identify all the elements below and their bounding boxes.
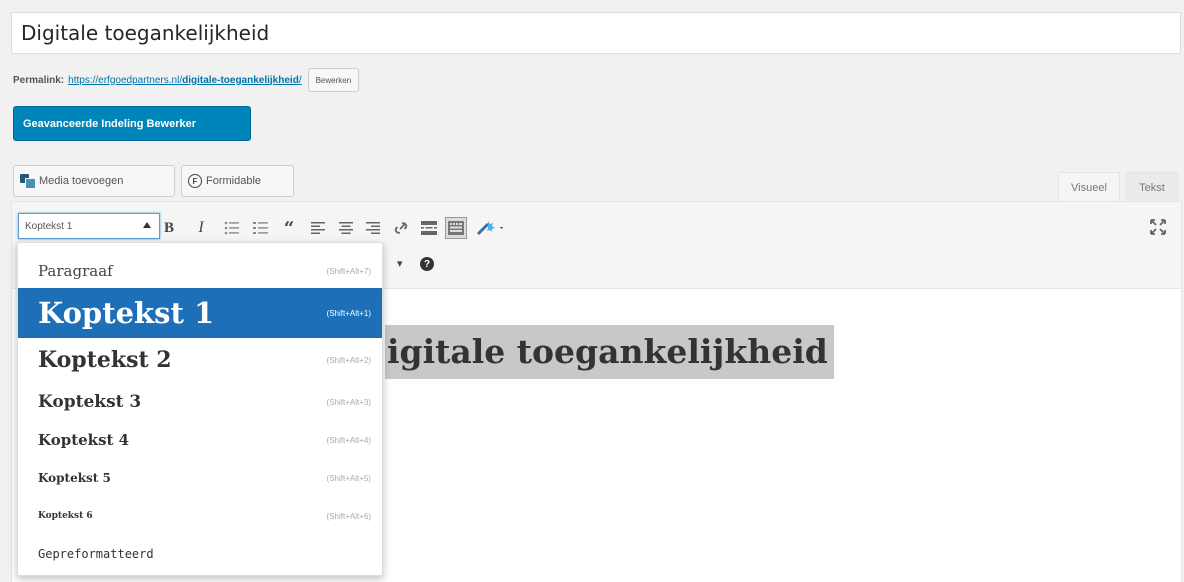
format-option-heading-5[interactable]: Koptekst 5 (Shift+Alt+5) <box>18 459 382 497</box>
fullscreen-icon <box>1150 219 1166 235</box>
toolbar-toggle-button[interactable] <box>445 217 467 239</box>
permalink-row: Permalink: https://erfgoedpartners.nl/di… <box>13 68 360 92</box>
advanced-layout-editor-button[interactable]: Geavanceerde Indeling Bewerker <box>13 106 251 141</box>
format-option-preformatted[interactable]: Gepreformatteerd <box>18 535 382 573</box>
media-icon <box>20 174 36 189</box>
format-option-label: Koptekst 3 <box>38 392 142 412</box>
format-option-label: Koptekst 2 <box>38 347 172 373</box>
link-icon <box>394 222 408 234</box>
insert-link-button[interactable] <box>390 217 412 239</box>
keyboard-shortcuts-help-button[interactable]: ? <box>420 257 434 271</box>
format-option-paragraph[interactable]: Paragraaf (Shift+Alt+7) <box>18 251 382 291</box>
format-option-label: Koptekst 6 <box>38 511 93 521</box>
numbered-list-icon <box>253 222 268 234</box>
add-media-button[interactable]: Media toevoegen <box>13 165 175 197</box>
read-more-button[interactable] <box>418 217 440 239</box>
format-option-label: Gepreformatteerd <box>38 547 154 561</box>
read-more-icon <box>421 221 437 235</box>
align-right-button[interactable] <box>362 217 384 239</box>
add-media-label: Media toevoegen <box>39 175 124 187</box>
quote-icon: “ <box>283 217 295 239</box>
content-heading-h1[interactable]: igitale toegankelijkheid <box>385 325 834 379</box>
row2-dropdown-icon[interactable]: ▾ <box>397 257 403 270</box>
format-option-heading-4[interactable]: Koptekst 4 (Shift+Alt+4) <box>18 421 382 459</box>
align-right-icon <box>366 222 380 234</box>
blockquote-button[interactable]: “ <box>278 217 300 239</box>
bulleted-list-icon <box>224 221 239 235</box>
align-center-button[interactable] <box>335 217 357 239</box>
caret-up-icon <box>143 222 151 228</box>
permalink-slug: digitale-toegankelijkheid <box>182 74 299 86</box>
format-option-label: Koptekst 1 <box>38 296 215 330</box>
post-title-input[interactable]: Digitale toegankelijkheid <box>11 12 1181 54</box>
format-option-shortcut: (Shift+Alt+2) <box>326 355 371 365</box>
formidable-icon: F <box>188 174 202 188</box>
bold-button[interactable]: B <box>158 217 180 239</box>
format-option-label: Koptekst 4 <box>38 431 130 449</box>
tab-visual[interactable]: Visueel <box>1058 172 1120 202</box>
permalink-label: Permalink: <box>13 74 65 86</box>
magic-tool-dropdown[interactable] <box>474 217 508 239</box>
format-option-label: Paragraaf <box>38 262 113 280</box>
format-select-value: Koptekst 1 <box>25 220 73 232</box>
align-left-icon <box>311 222 325 234</box>
format-option-shortcut: (Shift+Alt+6) <box>326 511 371 521</box>
permalink-url-suffix: / <box>298 74 302 86</box>
format-option-heading-6[interactable]: Koptekst 6 (Shift+Alt+6) <box>18 497 382 535</box>
format-option-shortcut: (Shift+Alt+7) <box>326 266 371 276</box>
italic-button[interactable]: I <box>190 217 212 239</box>
keyboard-icon <box>448 221 464 235</box>
permalink-url-prefix: https://erfgoedpartners.nl/ <box>68 74 183 86</box>
permalink-edit-button[interactable]: Bewerken <box>307 68 360 92</box>
format-option-heading-1[interactable]: Koptekst 1 (Shift+Alt+1) <box>18 288 382 338</box>
fullscreen-button[interactable] <box>1149 218 1167 236</box>
format-option-shortcut: (Shift+Alt+4) <box>326 435 371 445</box>
format-select[interactable]: Koptekst 1 <box>18 213 160 239</box>
formidable-button[interactable]: F Formidable <box>181 165 294 197</box>
permalink-link[interactable]: https://erfgoedpartners.nl/digitale-toeg… <box>68 75 301 86</box>
bold-icon: B <box>163 219 174 236</box>
format-option-heading-2[interactable]: Koptekst 2 (Shift+Alt+2) <box>18 339 382 381</box>
italic-icon: I <box>198 219 204 236</box>
format-option-shortcut: (Shift+Alt+3) <box>326 397 371 407</box>
format-option-heading-3[interactable]: Koptekst 3 (Shift+Alt+3) <box>18 383 382 421</box>
formidable-label: Formidable <box>206 175 262 187</box>
magic-wand-icon <box>476 221 503 236</box>
bulleted-list-button[interactable] <box>221 217 243 239</box>
format-option-shortcut: (Shift+Alt+1) <box>326 308 371 318</box>
align-left-button[interactable] <box>307 217 329 239</box>
format-option-label: Koptekst 5 <box>38 471 111 485</box>
format-option-shortcut: (Shift+Alt+5) <box>326 473 371 483</box>
format-dropdown-menu: Paragraaf (Shift+Alt+7) Koptekst 1 (Shif… <box>17 242 383 576</box>
align-center-icon <box>339 222 353 234</box>
numbered-list-button[interactable] <box>250 217 272 239</box>
tab-text[interactable]: Tekst <box>1126 172 1178 202</box>
